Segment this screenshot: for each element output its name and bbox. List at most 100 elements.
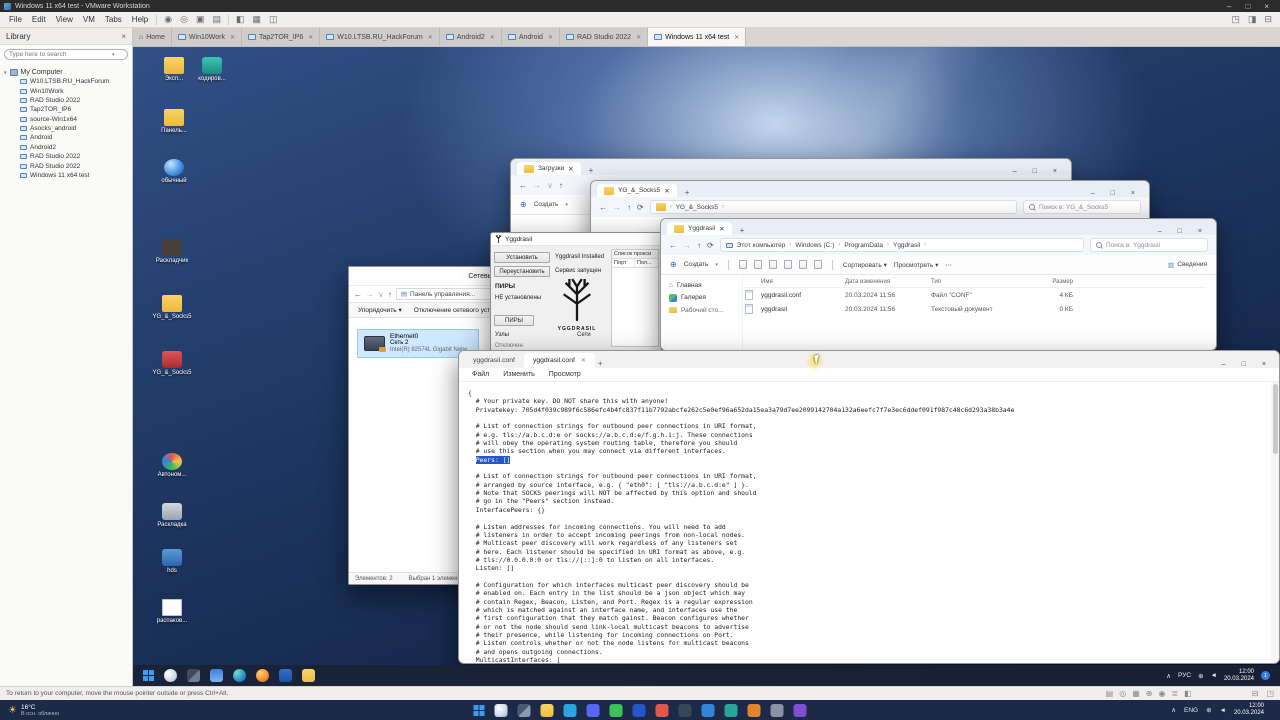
menu-view[interactable]: Просмотр [543, 371, 587, 378]
scrollbar-thumb[interactable] [1272, 384, 1278, 454]
breadcrumb-segment[interactable]: Windows (C:) [795, 242, 834, 249]
library-item[interactable]: source-Win1x64 [2, 115, 130, 124]
breadcrumb[interactable]: YG_&_Socks5 [676, 204, 718, 211]
forward-button[interactable]: → [366, 290, 374, 299]
delete-icon[interactable] [813, 260, 822, 269]
vm-start-button[interactable] [143, 670, 154, 681]
close-button[interactable]: × [1190, 228, 1210, 235]
breadcrumb-segment[interactable]: Этот компьютер [737, 242, 786, 249]
vm-store-icon[interactable] [279, 669, 292, 682]
vm-tab-win10work[interactable]: Win10Work ✕ [171, 28, 242, 46]
vm-tab-win11test-active[interactable]: Windows 11 x64 test ✕ [648, 28, 747, 46]
menu-edit[interactable]: Изменить [497, 371, 541, 378]
notepad-tab-2-active[interactable]: yggdrasil.conf ✕ [523, 353, 595, 368]
more-options-button[interactable]: ⋯ [945, 261, 952, 269]
host-app-icon-9[interactable] [655, 703, 669, 717]
nav-gallery[interactable]: Галерея [661, 291, 742, 304]
close-tab-icon[interactable]: ✕ [734, 34, 739, 41]
host-app-icon-12[interactable] [724, 703, 738, 717]
menu-help[interactable]: Help [127, 15, 153, 24]
column-size[interactable]: Размер [1027, 279, 1079, 285]
new-tab-button[interactable]: + [595, 359, 606, 368]
minimize-button[interactable]: – [1220, 2, 1238, 11]
host-app-icon-13[interactable] [747, 703, 761, 717]
desktop-icon[interactable]: кодиров... [189, 57, 235, 83]
library-item[interactable]: RAD Studio 2022 [2, 152, 130, 161]
vm-language-indicator[interactable]: РУС [1178, 672, 1191, 679]
back-button[interactable]: ← [669, 241, 677, 250]
vm-tab-w10ltsb[interactable]: W10.LTSB.RU_HackForum ✕ [320, 28, 440, 46]
close-button[interactable]: × [1045, 168, 1065, 175]
layout-button[interactable]: ⊟ [1260, 14, 1276, 25]
vm-tab-home[interactable]: ⌂ Home [133, 28, 172, 46]
organize-button[interactable]: Упорядочить ▾ [358, 306, 402, 314]
peers-button[interactable]: ПИРЫ [494, 315, 534, 326]
up-button[interactable]: ↑ [559, 181, 563, 190]
nav-desktop[interactable]: Рабочий сто... [661, 304, 742, 316]
library-item[interactable]: Win10Work [2, 86, 130, 95]
search-input[interactable]: Поиск в: YG_&_Socks5 [1023, 200, 1141, 214]
details-button[interactable]: ▥ Сведения [1168, 261, 1207, 269]
library-item[interactable]: Tap2TOR_IP6 [2, 105, 130, 114]
volume-icon[interactable]: ◄ [1220, 707, 1226, 714]
file-list-header[interactable]: Имя Дата изменения Тип Размер [745, 277, 1206, 288]
notification-badge[interactable]: 1 [1261, 671, 1270, 680]
address-bar[interactable]: Этот компьютер › Windows (C:) › ProgramDat… [719, 238, 1084, 252]
desktop-icon[interactable]: YG_&_Socks5 [149, 351, 195, 377]
scrollbar[interactable] [1271, 382, 1279, 663]
desktop-icon[interactable]: Раскладчик [149, 239, 195, 265]
rename-icon[interactable] [783, 260, 792, 269]
close-tab-icon[interactable]: ✕ [664, 187, 669, 195]
snapshot-button[interactable]: ◎ [176, 14, 192, 25]
revert-snapshot-button[interactable]: ▣ [192, 14, 209, 25]
host-discord-icon[interactable] [586, 703, 600, 717]
vm-tab-android[interactable]: Android ✕ [501, 28, 560, 46]
paste-icon[interactable] [768, 260, 777, 269]
recent-locations-button[interactable]: ∨ [378, 290, 384, 299]
back-button[interactable]: ← [599, 203, 607, 212]
host-search-button[interactable] [494, 703, 508, 717]
up-button[interactable]: ↑ [697, 241, 701, 250]
menu-view[interactable]: View [51, 15, 78, 24]
host-clock[interactable]: 12:00 20.03.2024 [1234, 703, 1264, 717]
library-item[interactable]: RAD Studio 2022 [2, 161, 130, 170]
refresh-button[interactable]: ⟳ [707, 241, 714, 250]
harddisk-device-icon[interactable]: ▤ [1106, 689, 1114, 698]
host-app-icon-8[interactable] [632, 703, 646, 717]
minimize-button[interactable]: – [1083, 190, 1103, 197]
new-tab-button[interactable]: + [682, 188, 693, 197]
library-item[interactable]: Windows 11 x64 test [2, 171, 130, 180]
up-button[interactable]: ↑ [627, 203, 631, 212]
close-tab-icon[interactable]: ✕ [308, 34, 313, 41]
column-type[interactable]: Тип [931, 279, 1027, 285]
close-tab-icon[interactable]: ✕ [581, 357, 586, 364]
volume-icon[interactable]: ◄ [1211, 672, 1217, 679]
library-search[interactable]: ▾ [4, 49, 128, 60]
vm-tab-tap2tor[interactable]: Tap2TOR_IP6 ✕ [242, 28, 321, 46]
install-button[interactable]: Установить [494, 252, 550, 263]
host-explorer-icon[interactable] [540, 703, 554, 717]
forward-button[interactable]: → [533, 181, 541, 190]
maximize-button[interactable]: □ [1025, 168, 1045, 175]
host-whatsapp-icon[interactable] [609, 703, 623, 717]
vm-search-button[interactable] [164, 669, 177, 682]
view-button[interactable]: Просмотреть ▾ [894, 261, 939, 269]
tray-chevron-icon[interactable]: ∧ [1166, 672, 1171, 680]
yggdrasil-tab[interactable]: Yggdrasil ✕ [667, 222, 732, 235]
desktop-icon[interactable]: Панель... [151, 109, 197, 135]
up-button[interactable]: ↑ [388, 290, 392, 299]
unity-button[interactable]: ◨ [1244, 14, 1261, 25]
reinstall-button[interactable]: Переустановить [494, 266, 550, 277]
nav-home[interactable]: ⌂ Главная [661, 279, 742, 291]
new-tab-button[interactable]: + [737, 226, 748, 235]
vm-widgets-button[interactable] [210, 669, 223, 682]
network-icon[interactable]: ⊕ [1198, 672, 1203, 680]
vm-edge-icon[interactable] [233, 669, 246, 682]
weather-widget[interactable]: ☀ 16°C В осн. облачно [8, 704, 59, 717]
close-tab-icon[interactable]: ✕ [428, 34, 433, 41]
menu-file[interactable]: Файл [466, 371, 495, 378]
display-device-icon[interactable]: ◧ [1184, 689, 1192, 698]
sort-button[interactable]: Сортировать ▾ [843, 261, 887, 269]
host-vscode-icon[interactable] [701, 703, 715, 717]
breadcrumb-segment[interactable]: ProgramData [844, 242, 883, 249]
